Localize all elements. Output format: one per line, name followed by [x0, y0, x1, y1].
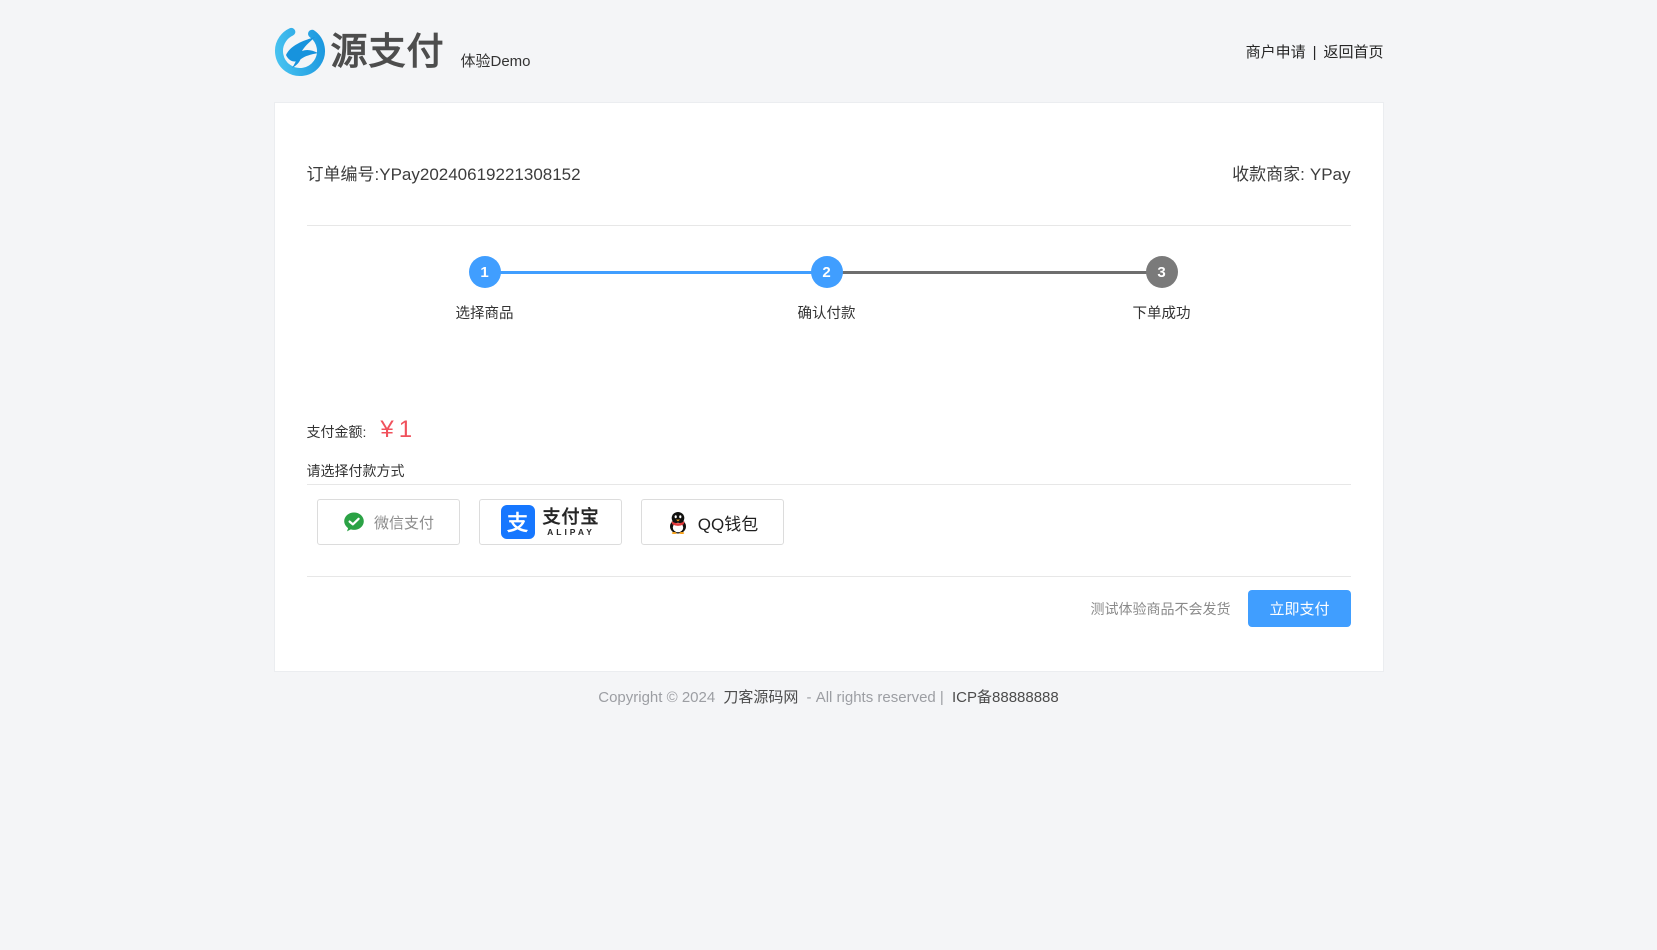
order-number: 订单编号:YPay20240619221308152 — [307, 161, 581, 189]
merchant: 收款商家: YPay — [1232, 161, 1350, 189]
footer: Copyright © 2024 刀客源码网 - All rights rese… — [274, 686, 1384, 710]
payment-card: 订单编号:YPay20240619221308152 收款商家: YPay 1 2… — [274, 102, 1384, 672]
choose-method-title: 请选择付款方式 — [307, 461, 405, 481]
action-row: 测试体验商品不会发货 立即支付 — [1090, 590, 1350, 627]
currency-symbol: ¥ — [380, 416, 393, 443]
nav-separator: | — [1313, 44, 1317, 61]
page-subtitle: 体验Demo — [461, 50, 531, 71]
progress-steps: 1 2 3 选择商品 确认付款 下单成功 — [275, 245, 1383, 355]
brand: 源支付 体验Demo — [274, 25, 531, 77]
alipay-sublabel: ALIPAY — [547, 528, 595, 537]
step-label-select-product: 选择商品 — [415, 302, 555, 323]
site-name-link[interactable]: 刀客源码网 — [723, 689, 798, 706]
merchant-label: 收款商家: — [1232, 165, 1305, 184]
wechat-pay-option[interactable]: 微信支付 — [317, 499, 460, 545]
payment-methods: 微信支付 支 支付宝 ALIPAY — [317, 499, 784, 545]
wechat-pay-label: 微信支付 — [374, 512, 434, 533]
step-connector-active — [485, 271, 827, 274]
amount-value: ¥1 — [380, 416, 412, 444]
step-circle-3: 3 — [1146, 256, 1178, 288]
alipay-option[interactable]: 支 支付宝 ALIPAY — [479, 499, 622, 545]
alipay-label: 支付宝 — [543, 508, 600, 526]
divider — [307, 576, 1351, 577]
merchant-name: YPay — [1310, 165, 1351, 184]
swallow-logo-icon — [274, 25, 326, 77]
alipay-wordmark: 支付宝 ALIPAY — [543, 508, 600, 537]
topbar: 源支付 体验Demo 商户申请 | 返回首页 — [274, 0, 1384, 102]
amount-row: 支付金额: ¥1 — [307, 416, 413, 444]
step-label-order-success: 下单成功 — [1092, 302, 1232, 323]
icp-number[interactable]: ICP备88888888 — [952, 689, 1059, 706]
qq-wallet-icon — [666, 510, 690, 534]
wechat-pay-icon — [342, 510, 366, 534]
brand-name: 源支付 — [331, 33, 445, 70]
order-number-label: 订单编号: — [307, 165, 380, 184]
amount-number: 1 — [399, 416, 412, 443]
qq-wallet-option[interactable]: QQ钱包 — [641, 499, 784, 545]
step-connector-inactive — [827, 271, 1162, 274]
step-circle-2: 2 — [811, 256, 843, 288]
pay-now-button[interactable]: 立即支付 — [1248, 590, 1350, 627]
rights-text: - All rights reserved | — [807, 689, 944, 706]
qq-wallet-label: QQ钱包 — [698, 510, 758, 535]
amount-label: 支付金额: — [307, 422, 367, 442]
step-circle-1: 1 — [469, 256, 501, 288]
page-container: 源支付 体验Demo 商户申请 | 返回首页 订单编号:YPay2024061922… — [274, 0, 1384, 710]
order-row: 订单编号:YPay20240619221308152 收款商家: YPay — [307, 161, 1351, 189]
top-nav: 商户申请 | 返回首页 — [1246, 41, 1384, 62]
divider — [307, 484, 1351, 485]
merchant-apply-link[interactable]: 商户申请 — [1246, 44, 1306, 61]
test-note: 测试体验商品不会发货 — [1090, 599, 1230, 619]
step-label-confirm-payment: 确认付款 — [757, 302, 897, 323]
back-home-link[interactable]: 返回首页 — [1323, 44, 1383, 61]
divider — [307, 225, 1351, 226]
copyright-text: Copyright © 2024 — [598, 689, 715, 706]
order-number-value: YPay20240619221308152 — [379, 165, 580, 184]
alipay-icon: 支 — [501, 505, 535, 539]
